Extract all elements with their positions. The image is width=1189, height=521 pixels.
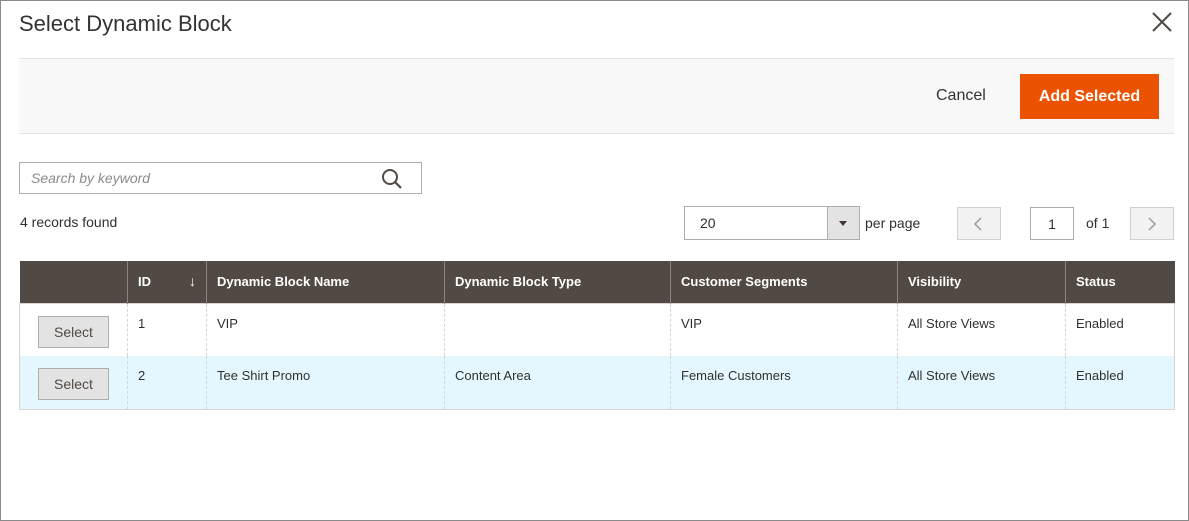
table-row[interactable]: Select 1 VIP VIP All Store Views Enabled <box>19 303 1175 356</box>
name-cell: Tee Shirt Promo <box>206 356 445 409</box>
search-input[interactable] <box>20 163 375 193</box>
page-total: of 1 <box>1086 215 1110 231</box>
dynamic-block-grid: ID ↓ Dynamic Block Name Dynamic Block Typ… <box>19 261 1175 410</box>
status-cell: Enabled <box>1065 356 1175 409</box>
column-header-segments[interactable]: Customer Segments <box>670 261 898 303</box>
visibility-cell: All Store Views <box>897 356 1066 409</box>
action-cell: Select <box>19 303 128 356</box>
grid-header-row: ID ↓ Dynamic Block Name Dynamic Block Typ… <box>19 261 1175 303</box>
page-number-input[interactable] <box>1030 207 1074 240</box>
per-page-label: per page <box>865 215 921 231</box>
sort-arrow-icon: ↓ <box>189 273 196 289</box>
modal-toolbar: Cancel Add Selected <box>19 58 1174 134</box>
name-cell: VIP <box>206 303 445 356</box>
column-header-status[interactable]: Status <box>1065 261 1175 303</box>
modal-title: Select Dynamic Block <box>19 11 232 36</box>
action-cell: Select <box>19 356 128 409</box>
type-cell: Content Area <box>444 356 671 409</box>
chevron-right-icon <box>1148 217 1157 231</box>
add-selected-button[interactable]: Add Selected <box>1020 74 1159 119</box>
column-header-actions <box>19 261 128 303</box>
column-header-label: ID <box>138 274 151 290</box>
search-icon[interactable] <box>381 168 403 190</box>
segments-cell: Female Customers <box>670 356 898 409</box>
select-button[interactable]: Select <box>38 368 109 400</box>
column-header-visibility[interactable]: Visibility <box>897 261 1066 303</box>
id-cell: 2 <box>127 356 207 409</box>
select-button[interactable]: Select <box>38 315 109 348</box>
type-cell <box>444 303 671 356</box>
visibility-cell: All Store Views <box>897 303 1066 356</box>
id-cell: 1 <box>127 303 207 356</box>
records-found: 4 records found <box>20 214 118 230</box>
per-page-value: 20 <box>700 215 716 231</box>
search-box <box>19 162 422 194</box>
column-header-type[interactable]: Dynamic Block Type <box>444 261 671 303</box>
column-header-id[interactable]: ID ↓ <box>127 261 207 303</box>
segments-cell: VIP <box>670 303 898 356</box>
close-icon[interactable] <box>1150 10 1174 34</box>
table-row[interactable]: Select 2 Tee Shirt Promo Content Area Fe… <box>19 356 1175 409</box>
previous-page-button[interactable] <box>957 207 1001 240</box>
chevron-left-icon <box>973 217 982 231</box>
status-cell: Enabled <box>1065 303 1175 356</box>
cancel-button[interactable]: Cancel <box>936 87 986 105</box>
column-header-name[interactable]: Dynamic Block Name <box>206 261 445 303</box>
next-page-button[interactable] <box>1130 207 1174 240</box>
chevron-down-icon[interactable] <box>827 207 859 239</box>
per-page-select[interactable]: 20 <box>684 206 860 240</box>
